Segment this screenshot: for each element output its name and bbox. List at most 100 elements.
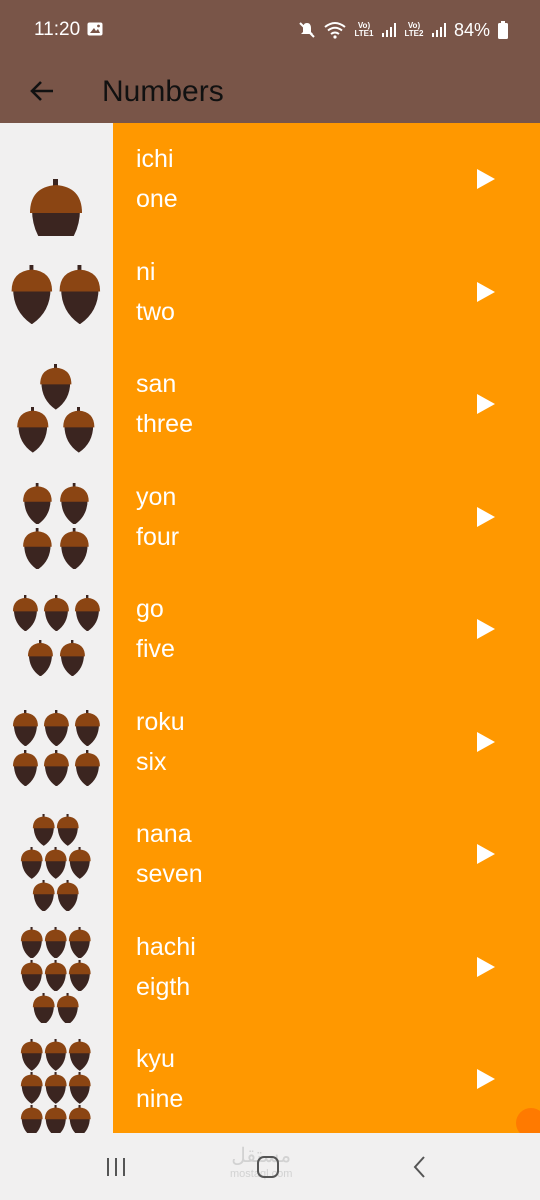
play-icon[interactable] (475, 842, 497, 866)
list-item[interactable]: go five (0, 573, 540, 686)
acorn-icon (45, 959, 67, 992)
navigation-bar: مستقل mostaql.com (0, 1133, 540, 1200)
number-text-area[interactable]: hachi eigth (113, 910, 540, 1023)
japanese-word: hachi (136, 932, 196, 961)
acorn-icon (21, 926, 43, 959)
arrow-back-icon (30, 81, 53, 101)
play-icon[interactable] (475, 280, 497, 304)
number-text-area[interactable]: yon four (113, 460, 540, 573)
status-time: 11:20 (34, 19, 81, 40)
acorn-icon (59, 264, 101, 324)
japanese-word: ni (136, 257, 156, 286)
battery-percent: 84% (453, 19, 490, 40)
list-item[interactable]: hachi eigth (0, 910, 540, 1025)
japanese-word: nana (136, 820, 192, 848)
app-bar: Numbers (0, 60, 540, 123)
list-item[interactable]: roku six (0, 685, 540, 798)
english-word: two (136, 297, 175, 326)
status-icons: Vo) LTE1 Vo) LTE2 84% (298, 16, 508, 44)
acorn-icon (12, 709, 38, 746)
acorn-icon (45, 847, 67, 879)
wifi-icon (324, 22, 346, 39)
list-item[interactable]: san three (0, 348, 540, 461)
acorn-icon (21, 847, 43, 879)
acorn-icon (12, 595, 38, 632)
number-text-area[interactable]: kyu nine (113, 1023, 540, 1136)
play-icon[interactable] (475, 505, 497, 529)
number-image (0, 123, 113, 255)
number-image (0, 910, 113, 1025)
acorn-icon (57, 814, 79, 846)
acorn-icon (21, 1072, 43, 1104)
play-icon[interactable] (475, 167, 497, 191)
japanese-word: kyu (136, 1045, 175, 1073)
number-text-area[interactable]: san three (113, 348, 540, 461)
japanese-word: go (136, 595, 164, 623)
numbers-list: ichi one ni two san three yon four go five roku six… (0, 123, 540, 1137)
japanese-word: san (136, 370, 177, 398)
list-item[interactable]: kyu nine (0, 1023, 540, 1137)
english-word: three (136, 410, 193, 438)
play-icon[interactable] (475, 1067, 497, 1091)
number-image (0, 1023, 113, 1137)
acorn-icon (21, 1039, 43, 1071)
number-text-area[interactable]: ni two (113, 235, 540, 348)
play-icon[interactable] (475, 617, 497, 641)
number-text-area[interactable]: go five (113, 573, 540, 686)
gallery-notification-icon (87, 22, 103, 36)
japanese-word: ichi (136, 145, 174, 173)
english-word: eigth (136, 972, 191, 1001)
acorn-icon (74, 709, 100, 746)
number-image (0, 798, 113, 912)
number-text-area[interactable]: ichi one (113, 123, 540, 236)
acorn-icon (69, 847, 91, 879)
english-word: six (136, 747, 167, 776)
list-item[interactable]: yon four (0, 460, 540, 573)
acorn-icon (57, 880, 79, 912)
number-image (0, 235, 113, 348)
acorn-icon (11, 264, 53, 324)
play-icon[interactable] (475, 955, 497, 979)
acorn-icon (21, 959, 43, 992)
number-image (0, 460, 113, 573)
sim1-label: Vo) LTE1 (354, 21, 374, 38)
list-item[interactable]: ichi one (0, 123, 540, 255)
play-icon[interactable] (475, 730, 497, 754)
nav-back-button[interactable] (400, 1151, 440, 1183)
list-item[interactable]: nana seven (0, 798, 540, 912)
mute-icon (299, 22, 315, 38)
list-item[interactable]: ni two (0, 235, 540, 348)
acorn-icon (59, 527, 89, 570)
recents-button[interactable] (96, 1151, 136, 1183)
acorn-icon (63, 407, 95, 453)
english-word: one (136, 185, 178, 213)
number-image (0, 573, 113, 686)
battery-icon (498, 21, 508, 39)
acorn-icon (45, 1072, 67, 1104)
status-bar: 11:20 Vo) LTE1 Vo) LTE2 84% (0, 0, 540, 60)
acorn-icon (59, 482, 89, 525)
acorn-icon (27, 640, 53, 677)
english-word: five (136, 635, 175, 663)
english-word: seven (136, 860, 203, 888)
acorn-icon (33, 992, 55, 1025)
acorn-icon (69, 1072, 91, 1104)
acorn-icon (33, 880, 55, 912)
home-button[interactable] (248, 1151, 288, 1183)
acorn-icon (22, 527, 52, 570)
play-icon[interactable] (475, 392, 497, 416)
acorn-icon (40, 364, 72, 410)
sim2-label: Vo) LTE2 (404, 21, 424, 38)
number-text-area[interactable]: roku six (113, 685, 540, 798)
acorn-icon (69, 1039, 91, 1071)
acorn-icon (45, 1039, 67, 1071)
number-text-area[interactable]: nana seven (113, 798, 540, 911)
acorn-icon (43, 595, 69, 632)
page-title: Numbers (102, 75, 224, 108)
acorn-icon (69, 959, 91, 992)
acorn-icon (57, 992, 79, 1025)
acorn-icon (59, 640, 85, 677)
home-icon (257, 1156, 279, 1178)
back-button[interactable] (22, 71, 62, 111)
signal-sim1-icon (381, 23, 396, 37)
